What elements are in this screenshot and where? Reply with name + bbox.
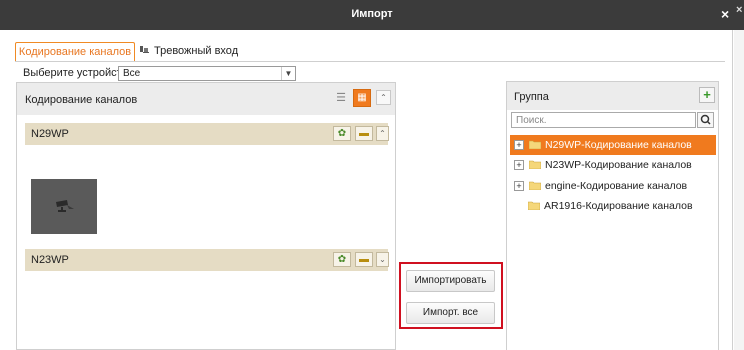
chevron-up-icon[interactable]: ⌃ bbox=[376, 126, 389, 141]
folder-icon bbox=[529, 140, 541, 149]
tab-label: Тревожный вход bbox=[154, 45, 239, 57]
camera-icon bbox=[56, 200, 74, 212]
group-panel: Группа + + N29WP-Кодирование каналов + N… bbox=[506, 81, 719, 350]
chevron-down-icon: ▼ bbox=[281, 67, 295, 80]
refresh-icon[interactable]: ✿ bbox=[333, 126, 351, 141]
background-close-icon[interactable]: × bbox=[736, 4, 742, 16]
expand-icon[interactable]: + bbox=[514, 140, 524, 150]
group-panel-header: Группа + bbox=[507, 82, 718, 110]
add-group-icon[interactable]: + bbox=[699, 87, 715, 103]
camera-thumbnail[interactable] bbox=[31, 179, 97, 234]
group-item-engine[interactable]: + engine-Кодирование каналов bbox=[510, 176, 716, 196]
channel-encoding-panel: Кодирование каналов ☰ ▦ ⌃ N29WP ✿ ▬ ⌃ N2… bbox=[16, 82, 396, 350]
list-view-icon[interactable]: ☰ bbox=[332, 90, 350, 106]
group-item-ar1916[interactable]: AR1916-Кодирование каналов bbox=[510, 196, 716, 216]
camera-row-n23wp[interactable]: N23WP ✿ ▬ ⌄ bbox=[25, 249, 389, 271]
group-panel-title: Группа bbox=[514, 91, 549, 103]
tab-channel-encoding[interactable]: Кодирование каналов bbox=[15, 42, 135, 62]
folder-icon[interactable]: ▬ bbox=[355, 252, 373, 267]
camera-name: N23WP bbox=[31, 254, 69, 266]
camera-row-n29wp[interactable]: N29WP ✿ ▬ ⌃ bbox=[25, 123, 389, 145]
group-search-input[interactable] bbox=[511, 112, 696, 128]
expand-icon[interactable]: + bbox=[514, 160, 524, 170]
device-select[interactable]: Все ▼ bbox=[118, 66, 296, 81]
group-item-label: AR1916-Кодирование каналов bbox=[544, 200, 693, 212]
highlight-box bbox=[399, 262, 503, 329]
expand-icon[interactable]: + bbox=[514, 181, 524, 191]
title-bar: Импорт × × bbox=[0, 0, 744, 30]
close-icon[interactable]: × bbox=[721, 6, 729, 22]
refresh-icon[interactable]: ✿ bbox=[333, 252, 351, 267]
tab-label: Кодирование каналов bbox=[18, 46, 132, 58]
chevron-down-icon[interactable]: ⌄ bbox=[376, 252, 389, 267]
device-select-value: Все bbox=[123, 68, 141, 79]
tab-alarm-input[interactable]: Тревожный вход bbox=[139, 42, 249, 62]
tab-divider bbox=[15, 61, 725, 62]
group-item-label: N23WP-Кодирование каналов bbox=[545, 159, 692, 171]
background-window-edge bbox=[734, 30, 744, 350]
group-item-n29wp[interactable]: + N29WP-Кодирование каналов bbox=[510, 135, 716, 155]
folder-icon bbox=[529, 160, 541, 169]
panel-header: Кодирование каналов ☰ ▦ ⌃ bbox=[17, 83, 395, 115]
group-item-label: engine-Кодирование каналов bbox=[545, 180, 688, 192]
group-item-label: N29WP-Кодирование каналов bbox=[545, 139, 692, 151]
camera-name: N29WP bbox=[31, 128, 69, 140]
folder-icon[interactable]: ▬ bbox=[355, 126, 373, 141]
device-label: Выберите устройство bbox=[23, 67, 134, 79]
folder-icon bbox=[529, 181, 541, 190]
panel-title: Кодирование каналов bbox=[25, 94, 138, 106]
grid-view-icon[interactable]: ▦ bbox=[353, 89, 371, 107]
folder-icon bbox=[528, 201, 540, 210]
alarm-input-icon bbox=[139, 42, 149, 60]
collapse-all-icon[interactable]: ⌃ bbox=[376, 90, 391, 105]
group-item-n23wp[interactable]: + N23WP-Кодирование каналов bbox=[510, 155, 716, 175]
window-title: Импорт bbox=[351, 8, 393, 20]
search-icon[interactable] bbox=[697, 112, 714, 128]
